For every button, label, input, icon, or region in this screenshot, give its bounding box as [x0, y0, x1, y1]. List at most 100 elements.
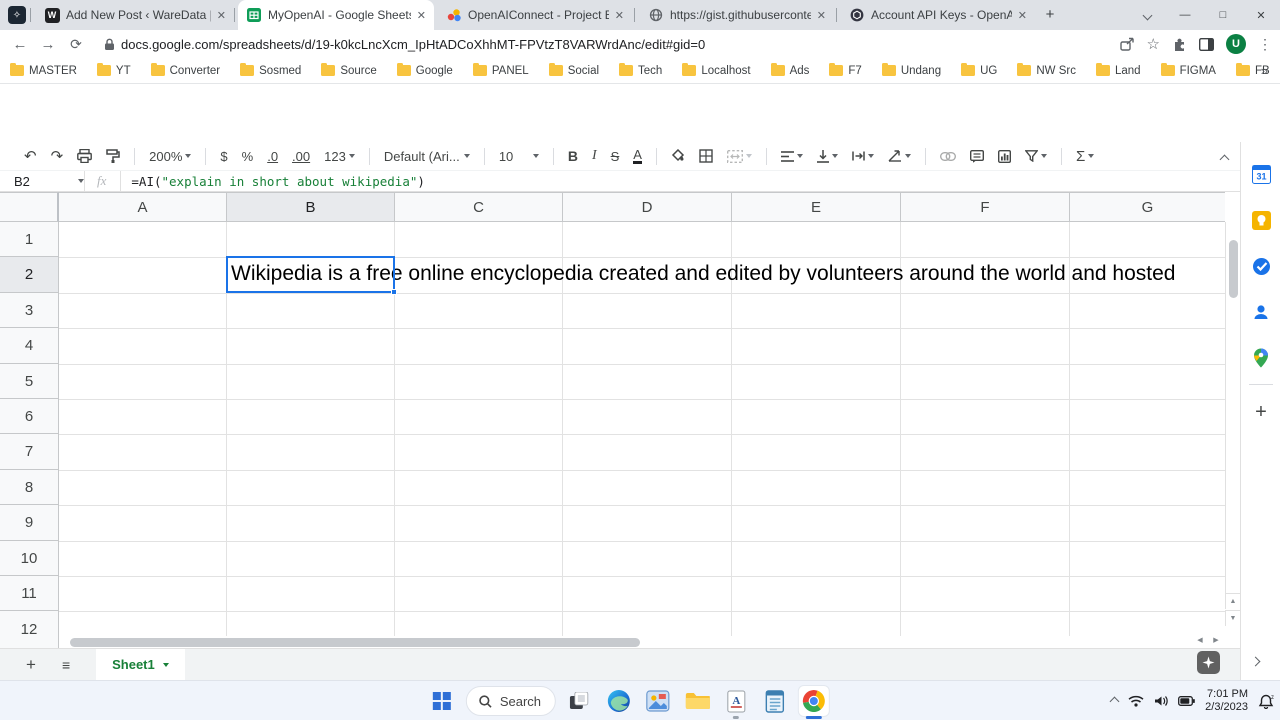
vertical-scrollbar[interactable]: [1225, 222, 1240, 609]
text-rotation-button[interactable]: [888, 150, 911, 162]
window-maximize-button[interactable]: □: [1204, 0, 1242, 30]
name-box[interactable]: B2: [0, 174, 84, 189]
browser-more-menu-icon[interactable]: ⋮: [1258, 36, 1272, 53]
row-header-9[interactable]: 9: [0, 505, 59, 541]
row-header-11[interactable]: 11: [0, 576, 59, 611]
column-header-D[interactable]: D: [563, 192, 732, 222]
horizontal-scrollbar-thumb[interactable]: [70, 638, 640, 647]
battery-icon[interactable]: [1178, 696, 1195, 706]
font-select[interactable]: Default (Ari...: [384, 149, 470, 164]
italic-button[interactable]: I: [592, 148, 597, 164]
functions-button[interactable]: Σ: [1076, 148, 1095, 165]
wifi-icon[interactable]: [1128, 695, 1144, 707]
new-tab-button[interactable]: +: [1040, 5, 1060, 25]
tab-close-icon[interactable]: ✕: [417, 9, 426, 22]
row-header-8[interactable]: 8: [0, 470, 59, 505]
tab-gist[interactable]: https://gist.githubusercontent.co ✕: [640, 0, 834, 30]
insert-comment-button[interactable]: [969, 149, 984, 163]
column-header-F[interactable]: F: [901, 192, 1070, 222]
borders-button[interactable]: [699, 149, 713, 163]
tab-openai-api-keys[interactable]: Account API Keys - OpenAI API ✕: [841, 0, 1035, 30]
maps-icon[interactable]: [1249, 346, 1273, 370]
bookmark-folder[interactable]: Tech: [619, 63, 662, 77]
increase-decimals-button[interactable]: .00: [292, 149, 310, 164]
scroll-left-button[interactable]: ◀: [1192, 632, 1208, 648]
text-color-button[interactable]: A: [633, 148, 642, 164]
more-formats-button[interactable]: 123: [324, 149, 355, 164]
tab-openaiconnect[interactable]: OpenAIConnect - Project Editor ✕: [438, 0, 632, 30]
notifications-bell-icon[interactable]: z: [1258, 694, 1274, 709]
notepad-app-icon[interactable]: [760, 686, 790, 716]
tasks-icon[interactable]: [1249, 254, 1273, 278]
column-header-A[interactable]: A: [59, 192, 227, 222]
spreadsheet-grid[interactable]: A B C D E F G 1 2 3 4 5 6 7 8 9 10 11 12: [0, 192, 1240, 648]
bookmark-folder[interactable]: Social: [548, 63, 599, 77]
row-header-6[interactable]: 6: [0, 399, 59, 434]
bookmark-folder[interactable]: MASTER: [10, 63, 77, 77]
collapse-toolbar-chevron-icon[interactable]: [1219, 150, 1230, 168]
hide-side-panel-chevron-icon[interactable]: [1250, 652, 1261, 670]
row-header-2[interactable]: 2: [0, 257, 59, 293]
share-page-icon[interactable]: [1119, 37, 1135, 51]
all-sheets-button[interactable]: ≡: [62, 657, 70, 673]
photos-app-icon[interactable]: [643, 686, 673, 716]
bold-button[interactable]: B: [568, 148, 578, 164]
merge-cells-button[interactable]: [726, 149, 752, 163]
horizontal-align-button[interactable]: [780, 150, 803, 162]
undo-button[interactable]: ↶: [24, 147, 37, 165]
column-header-C[interactable]: C: [395, 192, 563, 222]
window-close-button[interactable]: ✕: [1242, 0, 1280, 30]
volume-icon[interactable]: [1154, 695, 1168, 707]
font-size-select[interactable]: 10: [499, 149, 539, 164]
task-view-button[interactable]: [565, 686, 595, 716]
explore-button[interactable]: [1197, 651, 1220, 674]
edge-icon[interactable]: [604, 686, 634, 716]
row-header-10[interactable]: 10: [0, 541, 59, 576]
tab-close-icon[interactable]: ✕: [217, 9, 226, 22]
tray-chevron-up-icon[interactable]: [1109, 692, 1120, 710]
vertical-scrollbar-thumb[interactable]: [1229, 240, 1238, 298]
url-text[interactable]: docs.google.com/spreadsheets/d/19-k0kcLn…: [121, 37, 705, 52]
file-explorer-icon[interactable]: [682, 686, 712, 716]
row-header-1[interactable]: 1: [0, 222, 59, 257]
decrease-decimals-button[interactable]: .0: [267, 149, 278, 164]
text-wrap-button[interactable]: [852, 150, 874, 162]
bookmark-star-icon[interactable]: ☆: [1147, 35, 1160, 53]
side-panel-icon[interactable]: [1199, 37, 1214, 51]
lock-icon[interactable]: [104, 38, 115, 51]
insert-link-button[interactable]: [939, 151, 956, 161]
zoom-select[interactable]: 200%: [149, 149, 192, 164]
start-button[interactable]: [427, 686, 457, 716]
tab-close-icon[interactable]: ✕: [1018, 9, 1027, 22]
insert-chart-button[interactable]: [997, 149, 1011, 163]
forward-button[interactable]: →: [34, 36, 62, 53]
tab-myopenai-sheets[interactable]: MyOpenAI - Google Sheets ✕: [238, 0, 434, 30]
fill-color-button[interactable]: [671, 149, 685, 163]
bookmark-folder[interactable]: NW Src: [1017, 63, 1076, 77]
scroll-down-button[interactable]: ▼: [1225, 610, 1240, 626]
redo-button[interactable]: ↷: [51, 147, 64, 165]
scroll-up-button[interactable]: ▲: [1225, 593, 1240, 609]
get-addons-plus-icon[interactable]: +: [1249, 400, 1273, 424]
bookmark-folder[interactable]: YT: [96, 63, 131, 77]
select-all-corner[interactable]: [0, 192, 59, 222]
bookmark-folder[interactable]: PANEL: [472, 63, 529, 77]
row-header-7[interactable]: 7: [0, 434, 59, 470]
paint-format-button[interactable]: [106, 149, 120, 163]
window-minimize-button[interactable]: —: [1166, 0, 1204, 30]
bookmark-folder[interactable]: Undang: [881, 63, 941, 77]
selected-cell-b2[interactable]: [226, 256, 395, 293]
row-header-4[interactable]: 4: [0, 328, 59, 364]
sheet-tab-sheet1[interactable]: Sheet1: [96, 648, 185, 681]
column-header-B[interactable]: B: [227, 192, 395, 222]
extensions-puzzle-icon[interactable]: [1172, 37, 1187, 52]
column-header-G[interactable]: G: [1070, 192, 1225, 222]
back-button[interactable]: ←: [6, 36, 34, 53]
browser-profile-avatar[interactable]: U: [1226, 34, 1246, 54]
vertical-align-button[interactable]: [816, 149, 838, 163]
row-header-12[interactable]: 12: [0, 611, 59, 648]
browser-menu-chevron-icon[interactable]: [1128, 0, 1166, 30]
keep-icon[interactable]: [1249, 208, 1273, 232]
bookmark-folder[interactable]: FIGMA: [1160, 63, 1216, 77]
bookmark-folder[interactable]: UG: [961, 63, 997, 77]
